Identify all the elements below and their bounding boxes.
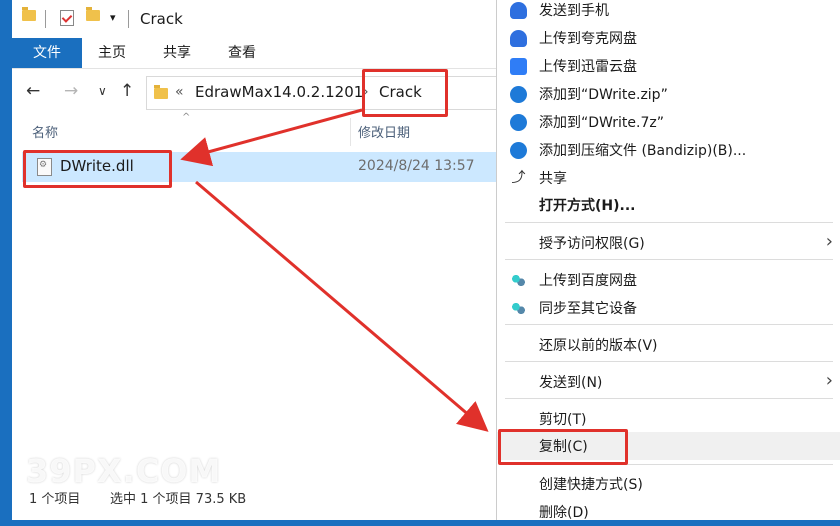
annotation-arrows <box>180 108 489 432</box>
arrow-file-to-copy <box>195 180 489 432</box>
arrow-crack-to-file <box>180 108 363 167</box>
